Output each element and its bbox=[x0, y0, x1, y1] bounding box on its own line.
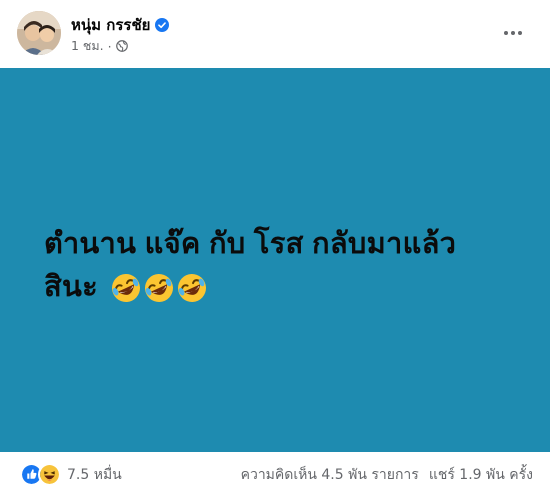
banner-line-2-row: สินะ bbox=[44, 266, 514, 309]
post-footer: 7.5 หมื่น ความคิดเห็น 4.5 พัน รายการ แชร… bbox=[0, 452, 550, 494]
more-options-icon[interactable] bbox=[500, 20, 526, 46]
globe-icon[interactable] bbox=[115, 40, 128, 52]
verified-badge-icon bbox=[155, 18, 170, 32]
rofl-emoji-icon bbox=[145, 273, 174, 302]
facebook-post: หนุ่ม กรรชัย 1 ชม. · ตำนาน แจ๊ค กับ โรส … bbox=[0, 0, 550, 494]
rofl-emoji-icon bbox=[178, 273, 207, 302]
post-meta: 1 ชม. · bbox=[71, 36, 128, 56]
author-row: หนุ่ม กรรชัย bbox=[71, 13, 170, 37]
banner-line-1: ตำนาน แจ๊ค กับ โรส กลับมาแล้ว bbox=[44, 228, 457, 260]
reactions-summary[interactable]: 7.5 หมื่น bbox=[20, 463, 122, 486]
comment-count[interactable]: ความคิดเห็น 4.5 พัน รายการ bbox=[241, 464, 419, 486]
share-count[interactable]: แชร์ 1.9 พัน ครั้ง bbox=[429, 464, 533, 486]
reaction-count[interactable]: 7.5 หมื่น bbox=[67, 464, 122, 486]
rofl-emoji-icon bbox=[112, 273, 141, 302]
banner-line-2: สินะ bbox=[44, 271, 99, 303]
banner-text: ตำนาน แจ๊ค กับ โรส กลับมาแล้ว สินะ bbox=[44, 223, 514, 309]
avatar-photo bbox=[17, 11, 61, 55]
post-time[interactable]: 1 ชม. bbox=[71, 36, 104, 56]
engagement-stats: ความคิดเห็น 4.5 พัน รายการ แชร์ 1.9 พัน … bbox=[241, 464, 533, 486]
meta-separator: · bbox=[107, 38, 112, 54]
avatar[interactable] bbox=[17, 11, 61, 55]
author-name[interactable]: หนุ่ม กรรชัย bbox=[71, 13, 150, 37]
post-header: หนุ่ม กรรชัย 1 ชม. · bbox=[0, 0, 550, 68]
haha-reaction-icon bbox=[38, 463, 61, 486]
colored-text-banner: ตำนาน แจ๊ค กับ โรส กลับมาแล้ว สินะ bbox=[0, 68, 550, 452]
emoji-row bbox=[110, 272, 208, 304]
